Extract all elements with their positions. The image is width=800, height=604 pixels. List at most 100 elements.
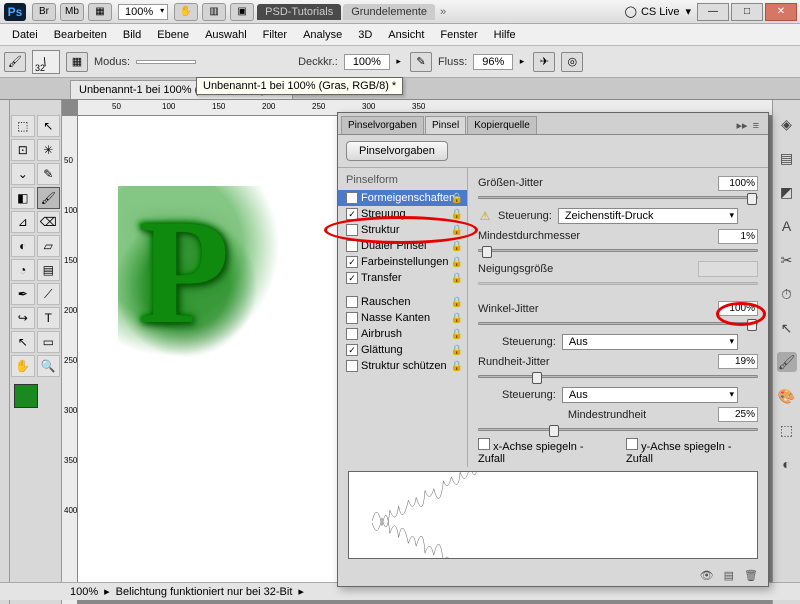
menu-analyse[interactable]: Analyse	[295, 29, 350, 41]
brush-option-checkbox-9[interactable]: ✓	[346, 344, 358, 356]
dock-icon-7[interactable]: 🖌	[777, 352, 797, 372]
lock-icon[interactable]: 🔒	[451, 345, 463, 356]
tool-0-1[interactable]: ↖	[37, 115, 61, 137]
control-combo-3[interactable]: Aus	[562, 387, 738, 403]
lock-icon[interactable]: 🔒	[451, 329, 463, 340]
cslive-icon[interactable]: ◯	[625, 5, 637, 18]
roundness-jitter-value[interactable]: 19%	[718, 354, 758, 369]
brush-preview[interactable]: 32	[32, 50, 60, 74]
menu-ebene[interactable]: Ebene	[149, 29, 197, 41]
brush-option-5[interactable]: ✓Transfer🔒	[338, 270, 467, 286]
brush-option-checkbox-7[interactable]	[346, 312, 358, 324]
brush-option-checkbox-0[interactable]: ✓	[346, 192, 358, 204]
toggle-preview-icon[interactable]: 👁	[700, 569, 714, 582]
tool-9-0[interactable]: ↖	[11, 331, 35, 353]
brush-option-checkbox-1[interactable]: ✓	[346, 208, 358, 220]
tool-3-0[interactable]: ◧	[11, 187, 35, 209]
brush-option-4[interactable]: ✓Farbeinstellungen🔒	[338, 254, 467, 270]
menu-3d[interactable]: 3D	[350, 29, 380, 41]
cslive-label[interactable]: CS Live	[641, 6, 680, 18]
color-swatches[interactable]	[14, 384, 54, 420]
tool-2-1[interactable]: ✎	[37, 163, 61, 185]
tool-9-1[interactable]: ▭	[37, 331, 61, 353]
menu-filter[interactable]: Filter	[255, 29, 295, 41]
brush-option-checkbox-6[interactable]	[346, 296, 358, 308]
brush-option-3[interactable]: Dualer Pinsel🔒	[338, 238, 467, 254]
size-jitter-slider[interactable]	[478, 196, 758, 199]
min-roundness-slider[interactable]	[478, 428, 758, 431]
brush-option-0[interactable]: ✓Formeigenschaften🔒	[338, 190, 467, 206]
tool-4-1[interactable]: ⌫	[37, 211, 61, 233]
status-zoom[interactable]: 100%	[70, 586, 98, 598]
tool-7-0[interactable]: ✒	[11, 283, 35, 305]
view-extras-icon[interactable]: ▦	[88, 3, 112, 21]
dock-icon-2[interactable]: ◩	[777, 182, 797, 202]
control-combo-2[interactable]: Aus	[562, 334, 738, 350]
cslive-dropdown-icon[interactable]: ▾	[685, 5, 691, 18]
tool-7-1[interactable]: ⟋	[37, 283, 61, 305]
brush-option-checkbox-3[interactable]	[346, 240, 358, 252]
lock-icon[interactable]: 🔒	[451, 241, 463, 252]
lock-icon[interactable]: 🔒	[451, 193, 463, 204]
menu-auswahl[interactable]: Auswahl	[197, 29, 255, 41]
tab-brush[interactable]: Pinsel	[425, 116, 466, 134]
brush-option-2[interactable]: Struktur🔒	[338, 222, 467, 238]
dock-icon-5[interactable]: ⏱	[777, 284, 797, 304]
zoom-combo[interactable]: 100%	[118, 4, 168, 20]
brush-tip-shape-label[interactable]: Pinselform	[338, 172, 467, 188]
dock-icon-1[interactable]: ▤	[777, 148, 797, 168]
panel-menu-icon[interactable]: ≡	[753, 120, 765, 134]
menu-bild[interactable]: Bild	[115, 29, 149, 41]
tool-10-1[interactable]: 🔍	[37, 355, 61, 377]
tab-brush-presets[interactable]: Pinselvorgaben	[341, 116, 424, 134]
dock-icon-4[interactable]: ✂	[777, 250, 797, 270]
new-preset-icon[interactable]: ▤	[724, 569, 734, 582]
dock-icon-8[interactable]: 🎨	[777, 386, 797, 406]
flip-y-checkbox[interactable]	[626, 438, 638, 450]
brush-option-checkbox-5[interactable]: ✓	[346, 272, 358, 284]
tool-4-0[interactable]: ⊿	[11, 211, 35, 233]
control-combo-1[interactable]: Zeichenstift-Druck	[558, 208, 738, 224]
brush-option-checkbox-8[interactable]	[346, 328, 358, 340]
tablet-pressure-size-icon[interactable]: ◎	[561, 52, 583, 72]
size-jitter-value[interactable]: 100%	[718, 176, 758, 191]
blend-mode-field[interactable]	[136, 60, 196, 64]
workspace-tab-1[interactable]: PSD-Tutorials	[257, 4, 341, 20]
tool-2-0[interactable]: ⌄	[11, 163, 35, 185]
roundness-jitter-slider[interactable]	[478, 375, 758, 378]
panel-collapse-icon[interactable]: ▸▸	[737, 119, 752, 134]
brush-option-10[interactable]: Struktur schützen🔒	[338, 358, 467, 374]
hand-icon[interactable]: ✋	[174, 3, 198, 21]
lock-icon[interactable]: 🔒	[451, 225, 463, 236]
angle-jitter-slider[interactable]	[478, 322, 758, 325]
min-diameter-value[interactable]: 1%	[718, 229, 758, 244]
menu-fenster[interactable]: Fenster	[432, 29, 485, 41]
dock-icon-3[interactable]: A	[777, 216, 797, 236]
angle-jitter-value[interactable]: 100%	[718, 301, 758, 316]
menu-hilfe[interactable]: Hilfe	[486, 29, 524, 41]
minimize-button[interactable]: —	[697, 3, 729, 21]
dock-icon-10[interactable]: ◐	[777, 454, 797, 474]
lock-icon[interactable]: 🔒	[451, 313, 463, 324]
brush-option-checkbox-4[interactable]: ✓	[346, 256, 358, 268]
brush-option-6[interactable]: Rauschen🔒	[338, 294, 467, 310]
min-diameter-slider[interactable]	[478, 249, 758, 252]
lock-icon[interactable]: 🔒	[451, 257, 463, 268]
menu-bearbeiten[interactable]: Bearbeiten	[46, 29, 115, 41]
tool-5-1[interactable]: ▱	[37, 235, 61, 257]
brush-option-7[interactable]: Nasse Kanten🔒	[338, 310, 467, 326]
airbrush-icon[interactable]: ✈	[533, 52, 555, 72]
tablet-pressure-opacity-icon[interactable]: ✎	[410, 52, 432, 72]
tool-preset-icon[interactable]: 🖌	[4, 52, 26, 72]
lock-icon[interactable]: 🔒	[451, 273, 463, 284]
arrange-icon[interactable]: ▥	[202, 3, 226, 21]
lock-icon[interactable]: 🔒	[451, 209, 463, 220]
opacity-field[interactable]: 100%	[344, 54, 390, 70]
close-button[interactable]: ✕	[765, 3, 797, 21]
brush-presets-button[interactable]: Pinselvorgaben	[346, 141, 448, 161]
menu-ansicht[interactable]: Ansicht	[380, 29, 432, 41]
tool-6-0[interactable]: ◔	[11, 259, 35, 281]
brush-option-1[interactable]: ✓Streuung🔒	[338, 206, 467, 222]
flip-x-checkbox[interactable]	[478, 438, 490, 450]
workspace-tab-2[interactable]: Grundelemente	[343, 4, 435, 20]
